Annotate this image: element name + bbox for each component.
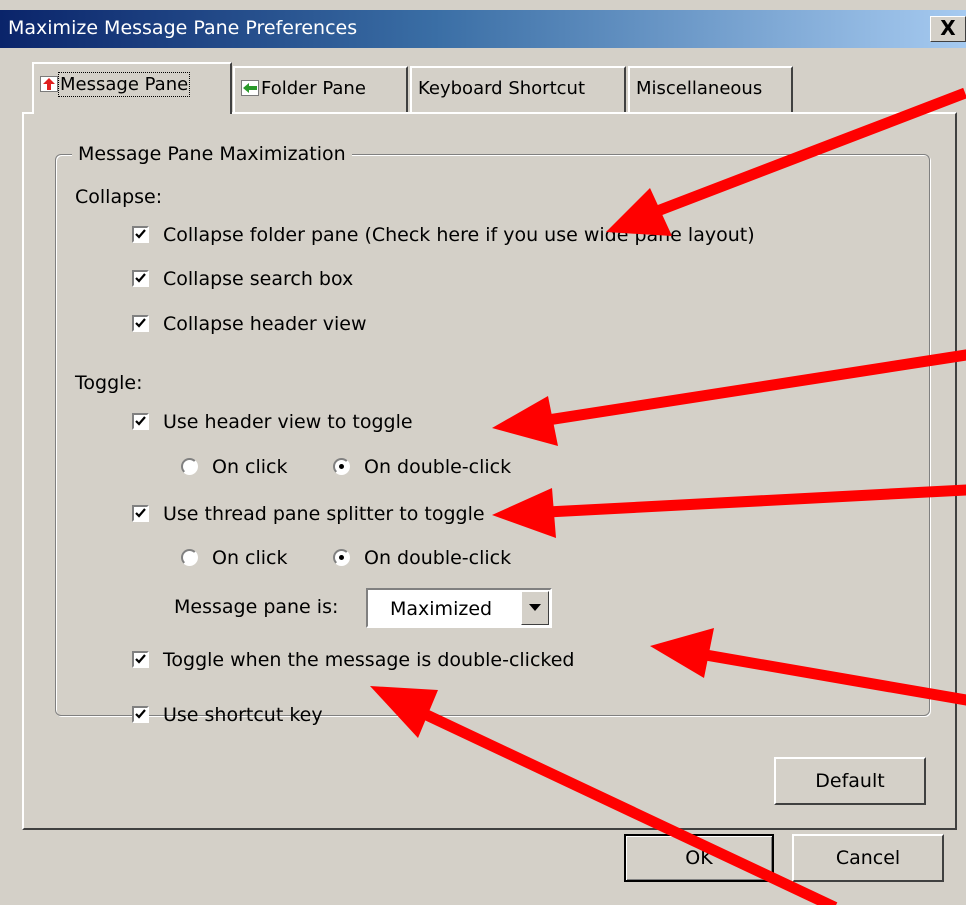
- collapse-search-box-label[interactable]: Collapse search box: [163, 268, 353, 290]
- close-button[interactable]: X: [930, 16, 966, 42]
- splitter-on-click-radio[interactable]: [181, 549, 198, 566]
- ok-button-label: OK: [685, 847, 713, 869]
- tab-folder-pane[interactable]: Folder Pane: [233, 66, 408, 112]
- splitter-toggle-label[interactable]: Use thread pane splitter to toggle: [163, 503, 485, 525]
- left-arrow-icon: [241, 80, 259, 96]
- header-view-on-double-click-label[interactable]: On double-click: [364, 456, 511, 478]
- splitter-on-click-label[interactable]: On click: [212, 547, 288, 569]
- double-click-message-label[interactable]: Toggle when the message is double-clicke…: [163, 649, 575, 671]
- tab-label: Message Pane: [57, 72, 191, 97]
- check-icon: [135, 654, 146, 664]
- cancel-button[interactable]: Cancel: [792, 834, 944, 882]
- check-icon: [135, 508, 146, 518]
- cancel-button-label: Cancel: [835, 847, 901, 869]
- collapse-heading: Collapse:: [75, 186, 163, 208]
- chevron-down-icon: [529, 604, 541, 611]
- collapse-folder-pane-label[interactable]: Collapse folder pane (Check here if you …: [163, 224, 755, 246]
- tab-keyboard-shortcut[interactable]: Keyboard Shortcut: [410, 66, 626, 112]
- double-click-message-checkbox[interactable]: [132, 651, 149, 668]
- header-view-on-click-label[interactable]: On click: [212, 456, 288, 478]
- message-pane-state-select[interactable]: Maximized: [366, 588, 552, 628]
- default-button[interactable]: Default: [774, 757, 926, 805]
- tab-label: Keyboard Shortcut: [418, 78, 586, 99]
- message-pane-state-value: Maximized: [390, 598, 493, 620]
- close-icon: X: [940, 16, 956, 40]
- header-view-on-click-radio[interactable]: [181, 458, 198, 475]
- preferences-dialog: Maximize Message Pane Preferences X Mess…: [0, 0, 966, 905]
- header-view-on-double-click-radio[interactable]: [333, 458, 350, 475]
- tab-label: Miscellaneous: [636, 78, 763, 99]
- check-icon: [135, 416, 146, 426]
- collapse-folder-pane-checkbox[interactable]: [132, 226, 149, 243]
- toggle-heading: Toggle:: [75, 372, 143, 394]
- message-pane-state-label: Message pane is:: [174, 596, 339, 618]
- collapse-header-view-label[interactable]: Collapse header view: [163, 313, 367, 335]
- check-icon: [135, 709, 146, 719]
- check-icon: [135, 273, 146, 283]
- splitter-on-double-click-radio[interactable]: [333, 549, 350, 566]
- tab-message-pane[interactable]: Message Pane: [32, 62, 232, 114]
- splitter-on-double-click-label[interactable]: On double-click: [364, 547, 511, 569]
- collapse-header-view-checkbox[interactable]: [132, 315, 149, 332]
- splitter-toggle-checkbox[interactable]: [132, 505, 149, 522]
- tab-label: Folder Pane: [261, 78, 366, 99]
- ok-button[interactable]: OK: [624, 834, 774, 882]
- group-legend: Message Pane Maximization: [72, 143, 352, 165]
- window-title: Maximize Message Pane Preferences: [8, 17, 358, 39]
- check-icon: [135, 318, 146, 328]
- title-bar[interactable]: Maximize Message Pane Preferences X: [0, 10, 966, 48]
- dropdown-button[interactable]: [521, 591, 549, 625]
- check-icon: [135, 229, 146, 239]
- up-arrow-icon: [40, 76, 58, 92]
- header-view-toggle-checkbox[interactable]: [132, 413, 149, 430]
- shortcut-key-label[interactable]: Use shortcut key: [163, 704, 323, 726]
- header-view-toggle-label[interactable]: Use header view to toggle: [163, 411, 413, 433]
- default-button-label: Default: [815, 770, 885, 792]
- tab-miscellaneous[interactable]: Miscellaneous: [628, 66, 793, 112]
- shortcut-key-checkbox[interactable]: [132, 706, 149, 723]
- collapse-search-box-checkbox[interactable]: [132, 270, 149, 287]
